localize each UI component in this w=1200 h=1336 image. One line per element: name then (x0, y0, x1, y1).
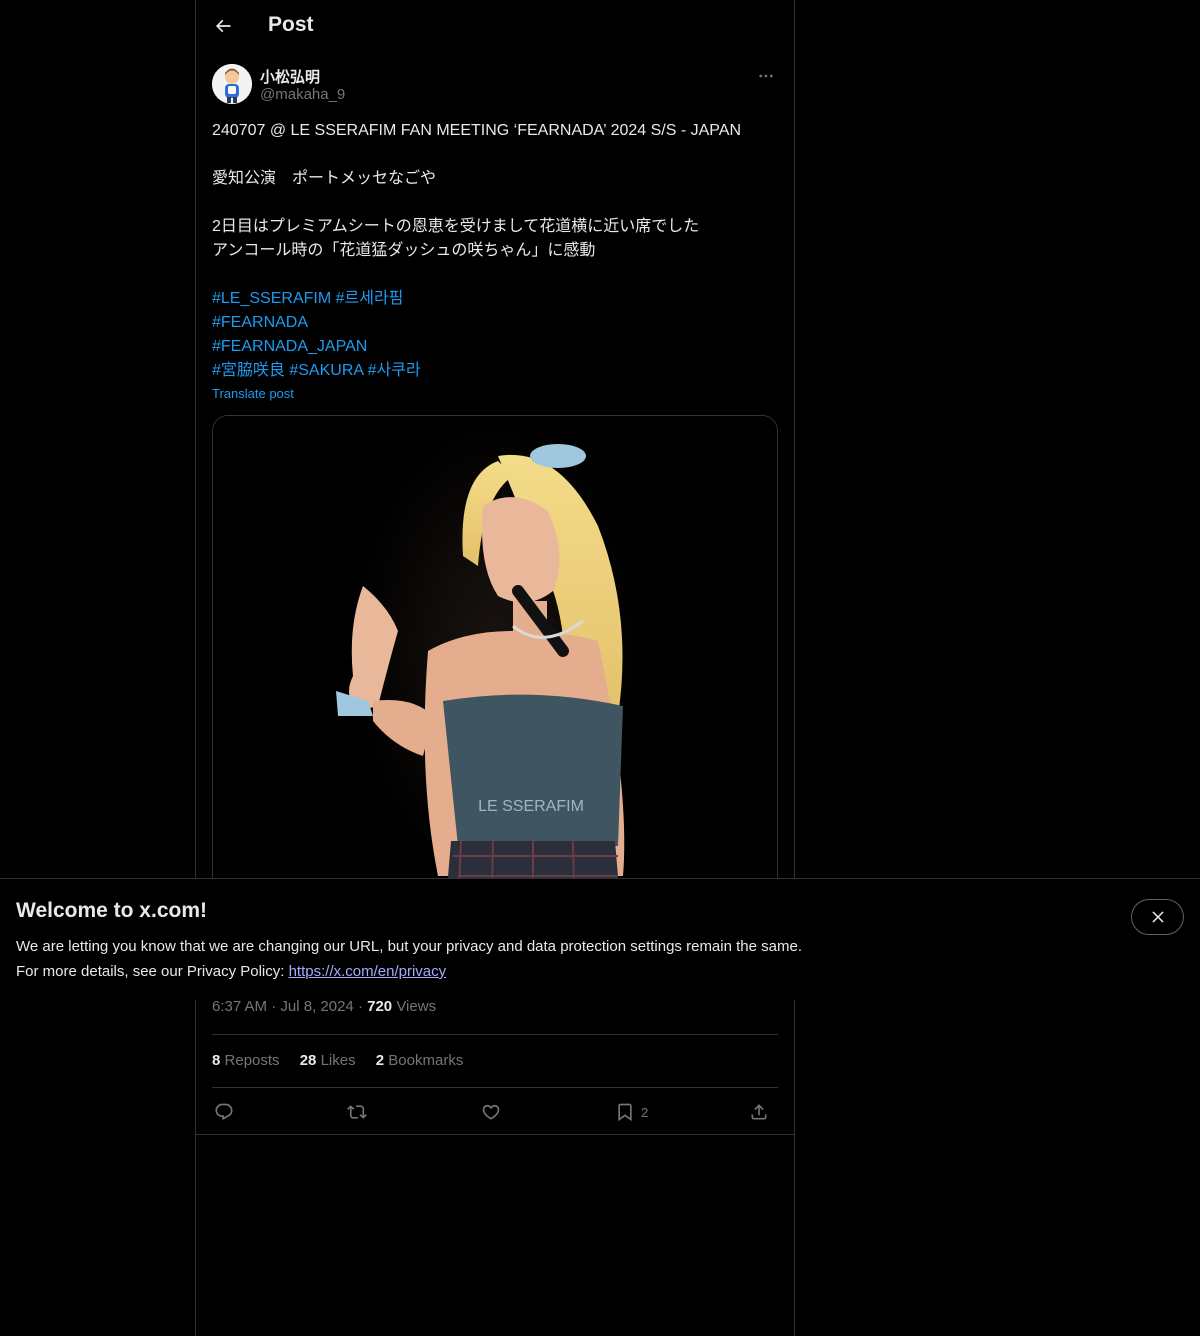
back-button[interactable] (208, 11, 238, 41)
share-icon (751, 1104, 767, 1120)
hashtag-link[interactable]: #FEARNADA_JAPAN (212, 338, 367, 355)
meta-separator: · (357, 998, 363, 1015)
likes-count: 28 (299, 1052, 317, 1069)
post-text-line (212, 263, 778, 287)
hashtag-link[interactable]: #宮脇咲良 (212, 362, 285, 379)
hashtag-link[interactable]: #SAKURA (289, 362, 363, 379)
post-text-line (212, 143, 778, 167)
avatar[interactable] (212, 64, 252, 104)
hashtag-link[interactable]: #사쿠라 (368, 362, 421, 379)
reposts-stat[interactable]: 8 Reposts (212, 1052, 280, 1069)
likes-label: Likes (320, 1052, 356, 1069)
post-text: 240707 @ LE SSERAFIM FAN MEETING ‘FEARNA… (212, 119, 778, 383)
back-arrow-icon (215, 19, 231, 33)
shirt-print-text: LE SSERAFIM (478, 798, 584, 815)
banner-line: For more details, see our Privacy Policy… (16, 959, 802, 984)
banner-body: We are letting you know that we are chan… (16, 934, 802, 984)
post-text-line: アンコール時の「花道猛ダッシュの咲ちゃん」に感動 (212, 242, 596, 259)
avatar-illustration (212, 64, 252, 104)
reply-button[interactable] (214, 1098, 234, 1126)
performer-photo: LE SSERAFIM (213, 416, 777, 936)
hashtag-link[interactable]: #FEARNADA (212, 314, 308, 331)
hashtag-link[interactable]: #르세라핌 (336, 290, 404, 307)
hashtag-line: #LE_SSERAFIM #르세라핌 (212, 287, 778, 311)
views-label: Views (396, 998, 437, 1015)
post-stats: 8 Reposts 28 Likes 2 Bookmarks (212, 1052, 479, 1069)
more-options-button[interactable] (754, 64, 778, 88)
reply-icon (215, 1103, 233, 1121)
hashtag-line: #宮脇咲良 #SAKURA #사쿠라 (212, 359, 778, 383)
handle[interactable]: @makaha_9 (260, 86, 345, 103)
banner-line: We are letting you know that we are chan… (16, 938, 802, 955)
heart-icon (482, 1104, 500, 1120)
translate-post-link[interactable]: Translate post (212, 386, 294, 401)
divider (212, 1087, 778, 1088)
hashtag-line: #FEARNADA_JAPAN (212, 335, 778, 359)
post-text-line: 愛知公演 ポートメッセなごや (212, 170, 437, 187)
page-title: Post (268, 13, 314, 36)
divider (212, 1034, 778, 1035)
post-text-line: 240707 @ LE SSERAFIM FAN MEETING ‘FEARNA… (212, 122, 741, 139)
repost-icon (347, 1105, 367, 1119)
top-bar: Post (196, 0, 794, 54)
main-column: Post 小松弘明 @makaha_9 240707 @ LE SSERAFIM… (195, 0, 795, 1336)
bookmark-button[interactable]: 2 (615, 1098, 648, 1126)
bookmark-icon (618, 1103, 632, 1122)
hashtag-line: #FEARNADA (212, 311, 778, 335)
more-icon (759, 74, 773, 78)
bookmarks-count: 2 (375, 1052, 385, 1069)
likes-stat[interactable]: 28 Likes (300, 1052, 356, 1069)
reposts-label: Reposts (224, 1052, 280, 1069)
banner-title: Welcome to x.com! (16, 899, 207, 922)
privacy-policy-link[interactable]: https://x.com/en/privacy (289, 963, 447, 980)
bookmarks-label: Bookmarks (388, 1052, 464, 1069)
reposts-count: 8 (212, 1052, 221, 1069)
post-author: 小松弘明 @makaha_9 (212, 64, 778, 108)
bookmark-count: 2 (641, 1104, 649, 1120)
action-bar: 2 (212, 1096, 778, 1128)
display-name[interactable]: 小松弘明 (260, 66, 320, 87)
banner-close-button[interactable] (1131, 899, 1184, 935)
views-count: 720 (367, 998, 393, 1015)
bookmarks-stat[interactable]: 2 Bookmarks (376, 1052, 464, 1069)
post-date[interactable]: Jul 8, 2024 (280, 998, 353, 1015)
repost-button[interactable] (347, 1098, 367, 1126)
post-time[interactable]: 6:37 AM (212, 998, 267, 1015)
banner-line-prefix: For more details, see our Privacy Policy… (16, 963, 289, 980)
post-text-line (212, 191, 778, 215)
like-button[interactable] (481, 1098, 501, 1126)
welcome-banner: Welcome to x.com! We are letting you kno… (0, 878, 1200, 1000)
post-meta: 6:37 AM · Jul 8, 2024 · 720 Views (212, 998, 436, 1015)
divider (196, 1134, 794, 1135)
post-image[interactable]: LE SSERAFIM (212, 415, 778, 937)
share-button[interactable] (749, 1098, 769, 1126)
close-icon (1151, 911, 1164, 923)
hashtag-link[interactable]: #LE_SSERAFIM (212, 290, 331, 307)
meta-separator: · (271, 998, 277, 1015)
post-text-line: 2日目はプレミアムシートの恩恵を受けまして花道横に近い席でした (212, 218, 700, 235)
